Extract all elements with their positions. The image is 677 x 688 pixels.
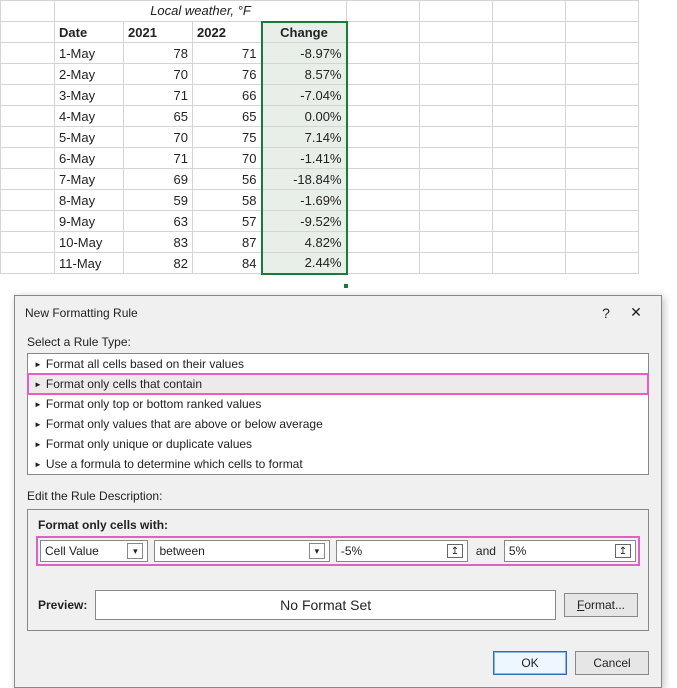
cell-change[interactable]: -9.52% bbox=[262, 211, 347, 232]
table-row[interactable]: 1-May7871-8.97% bbox=[1, 43, 639, 64]
cell-date[interactable]: 4-May bbox=[55, 106, 124, 127]
cell-2021[interactable]: 70 bbox=[124, 127, 193, 148]
table-row[interactable]: 9-May6357-9.52% bbox=[1, 211, 639, 232]
combo-text: between bbox=[159, 544, 204, 558]
cell-date[interactable]: 5-May bbox=[55, 127, 124, 148]
cell-2022[interactable]: 65 bbox=[193, 106, 262, 127]
cell-date[interactable]: 3-May bbox=[55, 85, 124, 106]
rule-type-item[interactable]: Use a formula to determine which cells t… bbox=[28, 454, 648, 474]
cell-2022[interactable]: 84 bbox=[193, 253, 262, 274]
cell-2021[interactable]: 82 bbox=[124, 253, 193, 274]
cell-change[interactable]: -18.84% bbox=[262, 169, 347, 190]
table-row[interactable]: 8-May5958-1.69% bbox=[1, 190, 639, 211]
cell-change[interactable]: 2.44% bbox=[262, 253, 347, 274]
table-row[interactable]: 3-May7166-7.04% bbox=[1, 85, 639, 106]
cell-2021[interactable]: 65 bbox=[124, 106, 193, 127]
cell-change[interactable]: 8.57% bbox=[262, 64, 347, 85]
cell-2021[interactable]: 69 bbox=[124, 169, 193, 190]
header-row: Date 2021 2022 Change bbox=[1, 22, 639, 43]
close-icon[interactable]: ✕ bbox=[621, 304, 651, 321]
operator-combo[interactable]: between ▾ bbox=[154, 540, 329, 562]
cancel-button[interactable]: Cancel bbox=[575, 651, 649, 675]
cell-date[interactable]: 9-May bbox=[55, 211, 124, 232]
cell-change[interactable]: -8.97% bbox=[262, 43, 347, 64]
cell-change[interactable]: -7.04% bbox=[262, 85, 347, 106]
combo-text: Cell Value bbox=[45, 544, 99, 558]
cell-2022[interactable]: 76 bbox=[193, 64, 262, 85]
cell-2021[interactable]: 78 bbox=[124, 43, 193, 64]
and-label: and bbox=[474, 544, 498, 558]
cell-2022[interactable]: 75 bbox=[193, 127, 262, 148]
cell-2021[interactable]: 59 bbox=[124, 190, 193, 211]
table-row[interactable]: 2-May70768.57% bbox=[1, 64, 639, 85]
condition-row: Cell Value ▾ between ▾ -5% ↥ and 5% ↥ bbox=[38, 538, 638, 564]
chevron-down-icon: ▾ bbox=[309, 543, 325, 559]
format-button[interactable]: Format... bbox=[564, 593, 638, 617]
spreadsheet[interactable]: Local weather, °F Date 2021 2022 Change … bbox=[0, 0, 639, 275]
value2-input[interactable]: 5% ↥ bbox=[504, 540, 636, 562]
cell-2022[interactable]: 57 bbox=[193, 211, 262, 232]
col-2022[interactable]: 2022 bbox=[193, 22, 262, 43]
dialog-title: New Formatting Rule bbox=[25, 306, 591, 320]
cell-date[interactable]: 7-May bbox=[55, 169, 124, 190]
cell-change[interactable]: -1.41% bbox=[262, 148, 347, 169]
table-row[interactable]: 7-May6956-18.84% bbox=[1, 169, 639, 190]
rule-type-list[interactable]: Format all cells based on their valuesFo… bbox=[27, 353, 649, 475]
cell-2021[interactable]: 83 bbox=[124, 232, 193, 253]
col-change[interactable]: Change bbox=[262, 22, 347, 43]
table-row[interactable]: 5-May70757.14% bbox=[1, 127, 639, 148]
cell-2021[interactable]: 71 bbox=[124, 85, 193, 106]
table-row[interactable]: 11-May82842.44% bbox=[1, 253, 639, 274]
cell-change[interactable]: 4.82% bbox=[262, 232, 347, 253]
rule-type-item[interactable]: Format only values that are above or bel… bbox=[28, 414, 648, 434]
cell-2022[interactable]: 58 bbox=[193, 190, 262, 211]
cell-date[interactable]: 11-May bbox=[55, 253, 124, 274]
preview-box: No Format Set bbox=[95, 590, 556, 620]
col-2021[interactable]: 2021 bbox=[124, 22, 193, 43]
cell-date[interactable]: 10-May bbox=[55, 232, 124, 253]
table-row[interactable]: 4-May65650.00% bbox=[1, 106, 639, 127]
rule-type-item[interactable]: Format only top or bottom ranked values bbox=[28, 394, 648, 414]
range-picker-icon[interactable]: ↥ bbox=[447, 544, 463, 558]
cell-2022[interactable]: 71 bbox=[193, 43, 262, 64]
rule-type-item[interactable]: Format all cells based on their values bbox=[28, 354, 648, 374]
cell-2021[interactable]: 70 bbox=[124, 64, 193, 85]
value2-text: 5% bbox=[509, 544, 526, 558]
cell-change[interactable]: 7.14% bbox=[262, 127, 347, 148]
preview-label: Preview: bbox=[38, 598, 87, 612]
select-rule-label: Select a Rule Type: bbox=[27, 335, 649, 349]
cell-date[interactable]: 1-May bbox=[55, 43, 124, 64]
cell-date[interactable]: 2-May bbox=[55, 64, 124, 85]
rule-type-item[interactable]: Format only unique or duplicate values bbox=[28, 434, 648, 454]
edit-desc-label: Edit the Rule Description: bbox=[27, 489, 649, 503]
table-row[interactable]: 6-May7170-1.41% bbox=[1, 148, 639, 169]
cell-2021[interactable]: 71 bbox=[124, 148, 193, 169]
col-date[interactable]: Date bbox=[55, 22, 124, 43]
dialog-titlebar[interactable]: New Formatting Rule ? ✕ bbox=[15, 296, 661, 327]
cell-value-combo[interactable]: Cell Value ▾ bbox=[40, 540, 148, 562]
rule-description-box: Format only cells with: Cell Value ▾ bet… bbox=[27, 509, 649, 631]
cell-2021[interactable]: 63 bbox=[124, 211, 193, 232]
fill-handle[interactable] bbox=[343, 283, 349, 289]
cell-date[interactable]: 6-May bbox=[55, 148, 124, 169]
cell-2022[interactable]: 87 bbox=[193, 232, 262, 253]
ok-button[interactable]: OK bbox=[493, 651, 567, 675]
cell-2022[interactable]: 70 bbox=[193, 148, 262, 169]
table-row[interactable]: 10-May83874.82% bbox=[1, 232, 639, 253]
range-picker-icon[interactable]: ↥ bbox=[615, 544, 631, 558]
chevron-down-icon: ▾ bbox=[127, 543, 143, 559]
sheet-title: Local weather, °F bbox=[55, 1, 347, 22]
help-icon[interactable]: ? bbox=[591, 305, 621, 321]
title-row: Local weather, °F bbox=[1, 1, 639, 22]
cell-2022[interactable]: 56 bbox=[193, 169, 262, 190]
cell-change[interactable]: 0.00% bbox=[262, 106, 347, 127]
cell-change[interactable]: -1.69% bbox=[262, 190, 347, 211]
cell-date[interactable]: 8-May bbox=[55, 190, 124, 211]
value1-input[interactable]: -5% ↥ bbox=[336, 540, 468, 562]
rule-type-item[interactable]: Format only cells that contain bbox=[28, 374, 648, 394]
new-formatting-rule-dialog: New Formatting Rule ? ✕ Select a Rule Ty… bbox=[14, 295, 662, 688]
cell-2022[interactable]: 66 bbox=[193, 85, 262, 106]
cells-with-label: Format only cells with: bbox=[38, 518, 638, 532]
value1-text: -5% bbox=[341, 544, 362, 558]
